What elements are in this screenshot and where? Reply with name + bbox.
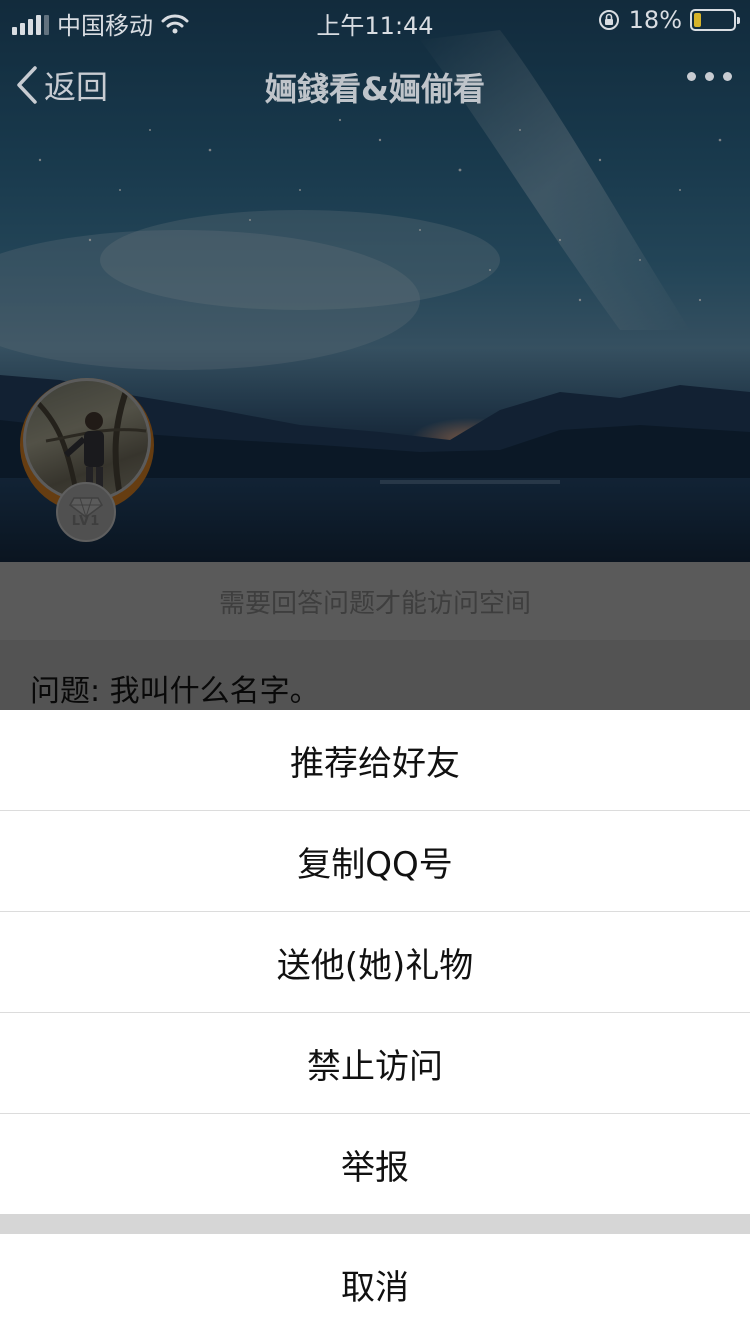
- page-title: 婳錢看&婳偂看: [265, 70, 485, 108]
- orientation-lock-icon: [598, 10, 619, 30]
- battery-fill: [694, 13, 701, 27]
- status-bar: 中国移动 上午11:44 18%: [0, 0, 750, 40]
- cancel-button[interactable]: 取消: [0, 1234, 750, 1334]
- recommend-to-friend-button[interactable]: 推荐给好友: [0, 710, 750, 810]
- action-sheet: 推荐给好友 复制QQ号 送他(她)礼物 禁止访问 举报 取消: [0, 710, 750, 1334]
- block-access-button[interactable]: 禁止访问: [0, 1013, 750, 1113]
- screen: LV1 需要回答问题才能访问空间 问题: 我叫什么名字。 中国移动 上午11:4…: [0, 0, 750, 1334]
- more-dot-icon: [687, 72, 696, 81]
- more-button[interactable]: [687, 72, 732, 81]
- status-right: 18%: [597, 6, 740, 34]
- more-dot-icon: [705, 72, 714, 81]
- battery-icon: [690, 9, 740, 31]
- nav-bar: 返回 婳錢看&婳偂看: [0, 44, 750, 124]
- send-gift-button[interactable]: 送他(她)礼物: [0, 912, 750, 1012]
- battery-percent: 18%: [628, 6, 682, 34]
- report-button[interactable]: 举报: [0, 1114, 750, 1214]
- more-dot-icon: [723, 72, 732, 81]
- copy-qq-number-button[interactable]: 复制QQ号: [0, 811, 750, 911]
